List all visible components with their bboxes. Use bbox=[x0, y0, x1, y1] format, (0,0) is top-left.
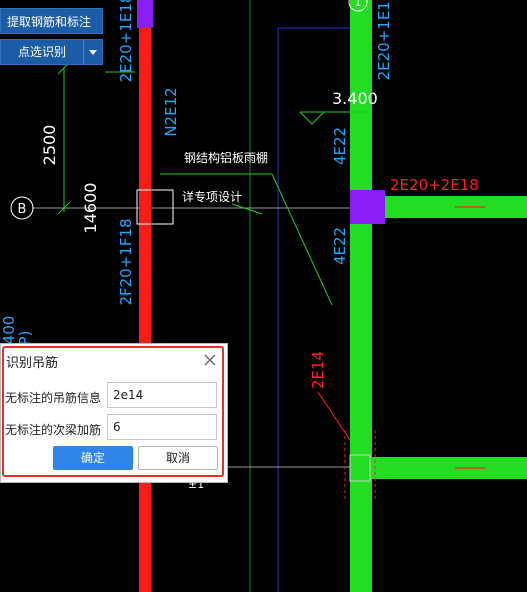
dialog-title: 识别吊筋 bbox=[6, 356, 59, 371]
secondary-beam-rebar-input[interactable] bbox=[107, 414, 217, 440]
hanger-info-label: 无标注的吊筋信息 bbox=[5, 391, 102, 405]
extract-button-label: 提取钢筋和标注 bbox=[7, 15, 92, 29]
detail-leader bbox=[231, 203, 263, 215]
secondary-beam-rebar-label: 无标注的次梁加筋 bbox=[5, 423, 102, 437]
red-leader-2e14 bbox=[317, 391, 351, 441]
pick-identify-dropdown-icon[interactable] bbox=[83, 40, 103, 64]
axis-b-label: B bbox=[18, 202, 27, 217]
pick-identify-button-group: 点选识别 bbox=[0, 39, 103, 65]
identify-hanger-rebar-dialog: 识别吊筋 无标注的吊筋信息 无标注的次梁加筋 确定 取消 bbox=[0, 343, 228, 483]
rebar-label-2e20-1e18-top: 2E20+1E18 bbox=[117, 0, 135, 82]
elevation-marker bbox=[299, 111, 325, 125]
close-icon[interactable] bbox=[203, 353, 217, 367]
green-beam-horizontal-lower[interactable] bbox=[372, 457, 527, 479]
elevation-label: 3.400 bbox=[332, 89, 378, 108]
rebar-label-2e20-1e18-right: 2E20+1E18 bbox=[375, 0, 393, 80]
rebar-label-2f20-1f18: 2F20+1F18 bbox=[117, 218, 135, 305]
cancel-button[interactable]: 取消 bbox=[138, 446, 218, 470]
dim-14600-label: 14600 bbox=[81, 183, 100, 234]
extract-rebar-and-annotation-button[interactable]: 提取钢筋和标注 bbox=[0, 8, 103, 34]
rebar-label-4e22-top: 4E22 bbox=[331, 127, 349, 165]
pick-identify-label: 点选识别 bbox=[17, 45, 66, 59]
red-beam-vertical[interactable] bbox=[139, 0, 151, 592]
hanger-info-input[interactable] bbox=[107, 382, 217, 408]
rebar-label-2e20-2e18: 2E20+2E18 bbox=[390, 176, 479, 194]
purple-column-top[interactable] bbox=[137, 0, 153, 28]
canopy-leader-diag bbox=[271, 173, 333, 306]
rebar-label-4e22-bottom: 4E22 bbox=[331, 227, 349, 265]
pick-identify-button[interactable]: 点选识别 bbox=[1, 40, 83, 64]
rebar-label-2e14: 2E14 bbox=[309, 351, 327, 389]
green-beam-horizontal-b[interactable] bbox=[372, 196, 527, 218]
axis-1-label: 1 bbox=[355, 0, 362, 9]
rebar-label-n2e12: N2E12 bbox=[162, 87, 180, 136]
confirm-button[interactable]: 确定 bbox=[53, 446, 133, 470]
purple-column-b[interactable] bbox=[350, 190, 385, 224]
dim-2500-label: 2500 bbox=[40, 125, 59, 166]
canopy-note: 钢结构铝板雨棚 bbox=[184, 150, 268, 165]
detail-note: 详专项设计 bbox=[182, 189, 242, 204]
cad-drawing-canvas[interactable]: B 1 2500 14600 2E20+1E18 N2E12 2F20+1F18… bbox=[0, 0, 527, 592]
